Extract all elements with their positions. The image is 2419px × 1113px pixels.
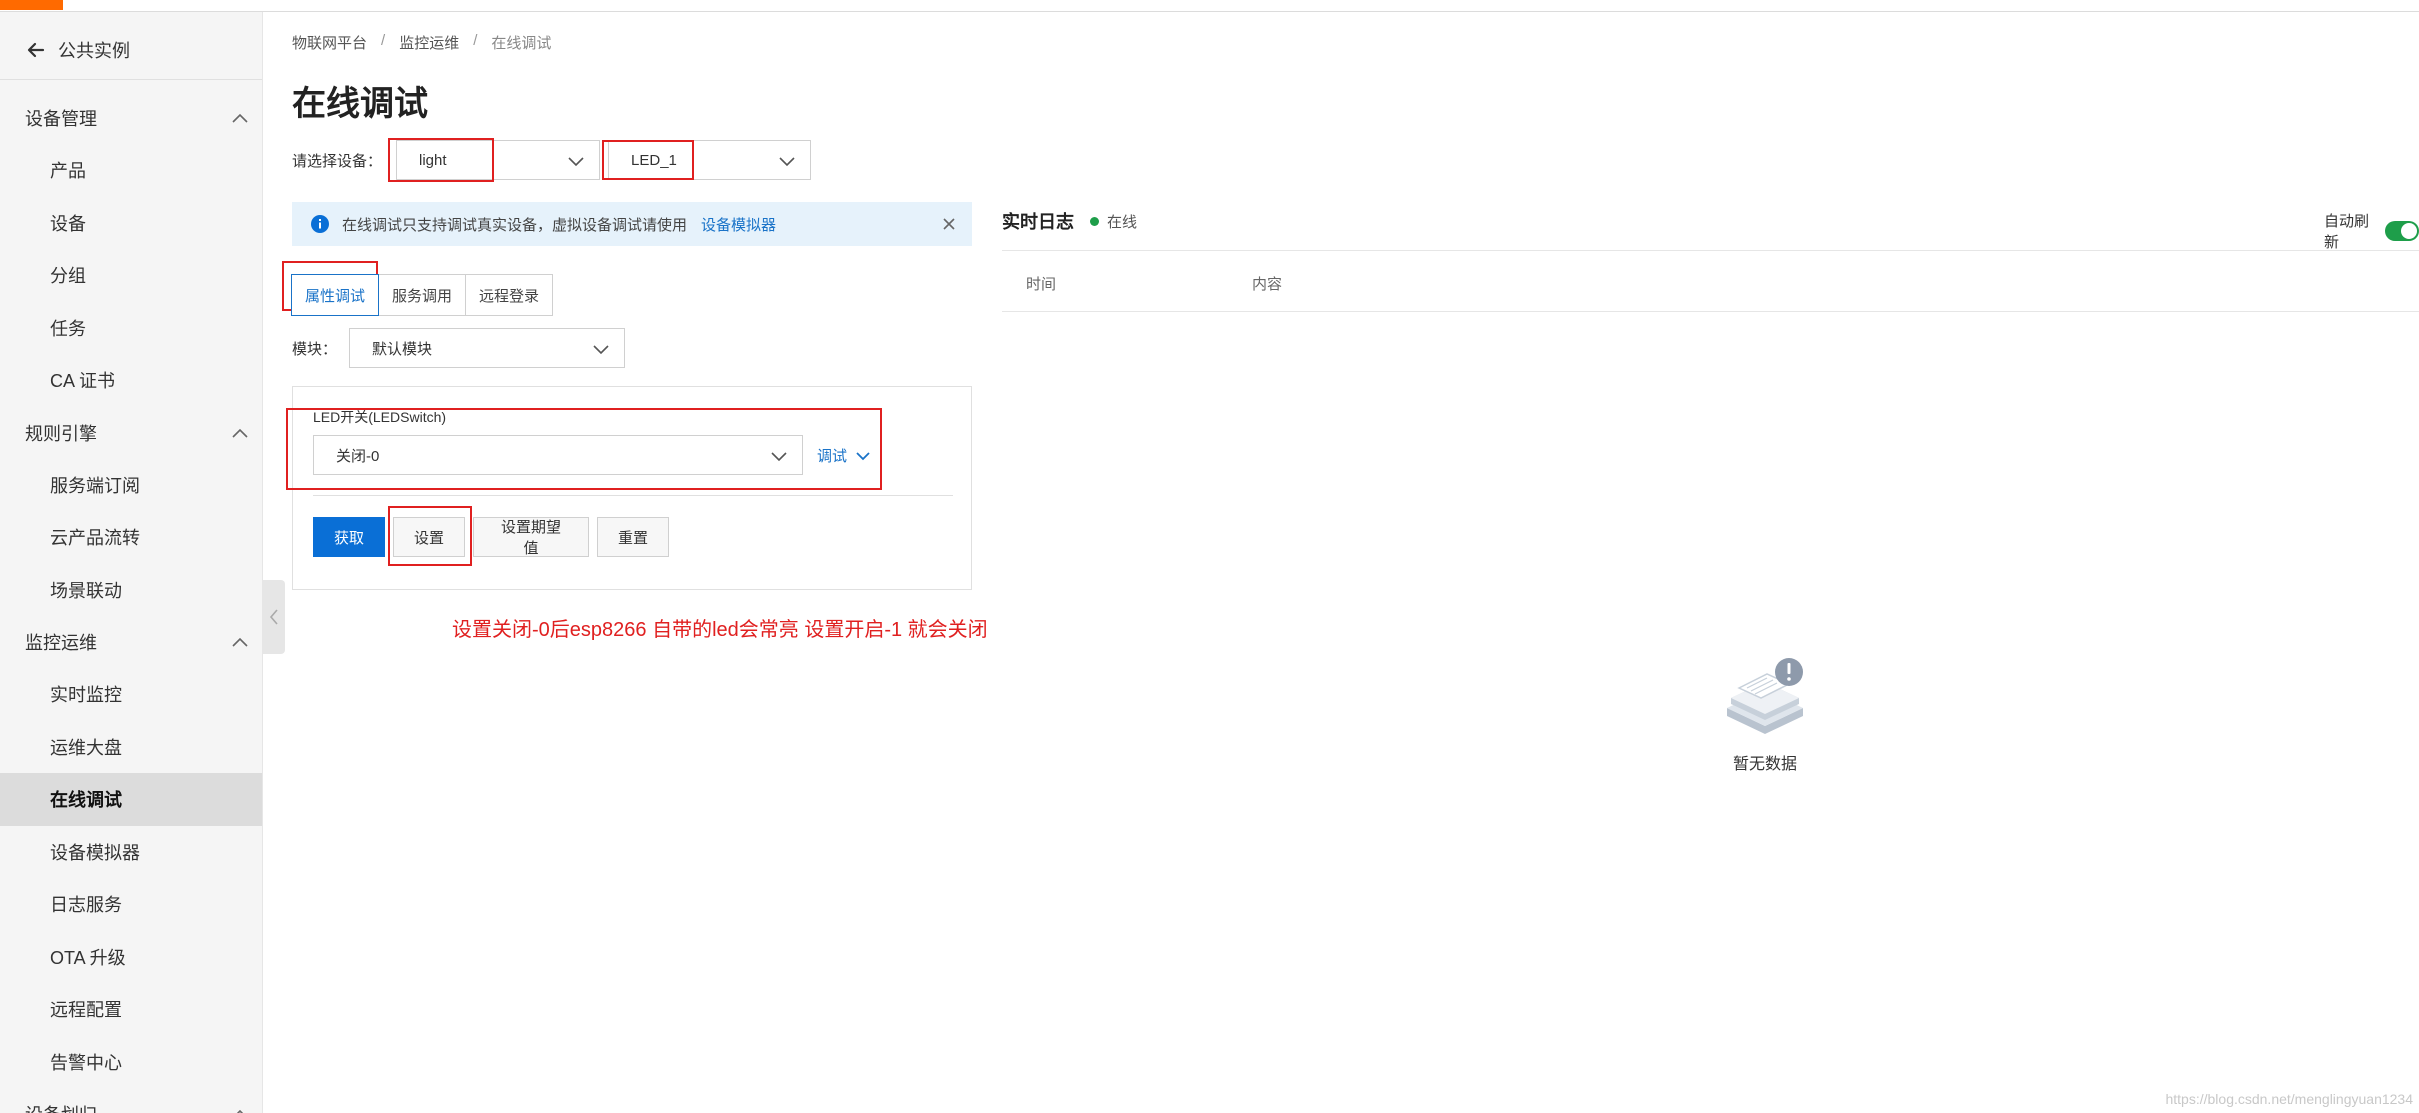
column-header-content: 内容 [1252, 276, 1283, 293]
page-title: 在线调试 [292, 85, 428, 123]
set-expected-button[interactable]: 设置期望值 [473, 517, 589, 557]
product-select-value: light [419, 151, 447, 169]
sidebar-item-products[interactable]: 产品 [0, 144, 262, 197]
divider [313, 495, 953, 496]
log-header: 实时日志 在线 [1002, 208, 1137, 234]
breadcrumb: 物联网平台 / 监控运维 / 在线调试 [292, 32, 551, 53]
sidebar-item-server-subscription[interactable]: 服务端订阅 [0, 459, 262, 512]
module-label: 模块： [292, 340, 338, 358]
breadcrumb-item-current: 在线调试 [491, 35, 552, 52]
tab-property-debug[interactable]: 属性调试 [291, 274, 380, 316]
chevron-down-icon [779, 157, 795, 167]
breadcrumb-item-iot-platform[interactable]: 物联网平台 [292, 32, 367, 53]
toggle-knob [2401, 223, 2417, 239]
chevron-up-icon [232, 637, 248, 647]
nav-group-title: 设备管理 [25, 109, 97, 129]
watermark: https://blog.csdn.net/menglingyuan1234 [2165, 1091, 2413, 1107]
sidebar-item-device-simulator[interactable]: 设备模拟器 [0, 826, 262, 879]
empty-data-icon [1727, 658, 1803, 734]
sidebar-item-remote-config[interactable]: 远程配置 [0, 983, 262, 1036]
nav-group-monitoring[interactable]: 监控运维 [0, 616, 262, 668]
nav-group-device-management[interactable]: 设备管理 [0, 92, 262, 144]
auto-refresh-toggle[interactable] [2385, 221, 2419, 241]
log-table-header: 时间 内容 [1002, 250, 2419, 312]
product-select[interactable]: light [396, 140, 601, 180]
sidebar: 公共实例 设备管理 产品 设备 分组 任务 CA 证书 规则引擎 服务端订阅 云… [0, 12, 263, 1113]
property-value-select[interactable]: 关闭-0 [313, 435, 803, 475]
nav-group-device-assignment[interactable]: 设备划归 [0, 1088, 262, 1113]
set-button[interactable]: 设置 [393, 517, 465, 557]
log-title: 实时日志 [1002, 212, 1074, 232]
reset-button[interactable]: 重置 [597, 517, 669, 557]
debug-tabs: 属性调试 服务调用 远程登录 [291, 274, 554, 316]
empty-state: 暂无数据 [1710, 654, 1820, 774]
device-select[interactable]: LED_1 [608, 140, 812, 180]
top-bar [0, 0, 2419, 12]
tab-service-call[interactable]: 服务调用 [378, 274, 467, 316]
debug-dropdown-link[interactable]: 调试 [817, 445, 871, 466]
sidebar-item-alert-center[interactable]: 告警中心 [0, 1036, 262, 1089]
chevron-up-icon [236, 1109, 244, 1113]
breadcrumb-item-monitoring[interactable]: 监控运维 [399, 32, 459, 53]
chevron-down-icon [771, 452, 787, 462]
sidebar-item-ca-cert[interactable]: CA 证书 [0, 354, 262, 407]
property-label: LED开关(LEDSwitch) [313, 409, 447, 425]
get-button[interactable]: 获取 [313, 517, 385, 557]
property-panel: LED开关(LEDSwitch) 关闭-0 调试 获取 设置 设置期望值 重置 [292, 386, 972, 590]
breadcrumb-separator: / [381, 32, 386, 49]
property-action-buttons: 获取 设置 设置期望值 重置 [313, 517, 669, 557]
column-header-time: 时间 [1026, 276, 1057, 293]
sidebar-nav: 设备管理 产品 设备 分组 任务 CA 证书 规则引擎 服务端订阅 云产品流转 … [0, 92, 262, 1113]
sidebar-item-realtime-monitor[interactable]: 实时监控 [0, 668, 262, 721]
breadcrumb-separator: / [473, 32, 478, 49]
chevron-down-icon [593, 345, 609, 355]
nav-group-title: 监控运维 [25, 633, 97, 653]
sidebar-item-groups[interactable]: 分组 [0, 249, 262, 302]
module-select[interactable]: 默认模块 [349, 328, 626, 368]
sidebar-item-scene-linkage[interactable]: 场景联动 [0, 564, 262, 617]
tab-remote-login[interactable]: 远程登录 [465, 274, 554, 316]
info-notice: 在线调试只支持调试真实设备，虚拟设备调试请使用 设备模拟器 [292, 202, 972, 246]
module-row: 模块： 默认模块 [292, 328, 626, 368]
close-icon[interactable] [940, 215, 958, 233]
device-select-label: 请选择设备： [292, 152, 383, 170]
auto-refresh-control: 自动刷新 [2324, 210, 2419, 252]
brand-accent [0, 0, 63, 10]
device-selector-row: 请选择设备： light LED_1 [292, 140, 812, 180]
main-content: 物联网平台 / 监控运维 / 在线调试 在线调试 请选择设备： light LE… [264, 12, 2419, 1113]
debug-link-label: 调试 [817, 448, 848, 465]
annotation-text: 设置关闭-0后esp8266 自带的led会常亮 设置开启-1 就会关闭 [452, 619, 988, 641]
sidebar-item-ota-upgrade[interactable]: OTA 升级 [0, 931, 262, 984]
sidebar-item-data-forwarding[interactable]: 云产品流转 [0, 511, 262, 564]
nav-group-title: 规则引擎 [25, 423, 97, 444]
notice-text: 在线调试只支持调试真实设备，虚拟设备调试请使用 [342, 216, 688, 234]
device-simulator-link[interactable]: 设备模拟器 [701, 214, 776, 235]
nav-group-rule-engine[interactable]: 规则引擎 [0, 407, 262, 459]
sidebar-item-ops-dashboard[interactable]: 运维大盘 [0, 721, 262, 774]
online-status-dot [1090, 216, 1099, 226]
chevron-down-icon [856, 451, 870, 460]
sidebar-item-log-service[interactable]: 日志服务 [0, 878, 262, 931]
device-select-value: LED_1 [631, 151, 677, 169]
property-select-value: 关闭-0 [336, 447, 380, 465]
info-icon [311, 215, 329, 233]
nav-group-title: 设备划归 [25, 1101, 97, 1113]
sidebar-item-devices[interactable]: 设备 [0, 197, 262, 250]
online-status-text: 在线 [1107, 213, 1138, 231]
chevron-up-icon [232, 428, 248, 438]
empty-state-text: 暂无数据 [1732, 756, 1797, 773]
chevron-down-icon [568, 157, 584, 167]
chevron-up-icon [232, 113, 248, 123]
back-label: 公共实例 [58, 40, 130, 61]
back-to-instances-button[interactable]: 公共实例 [0, 20, 262, 80]
sidebar-item-tasks[interactable]: 任务 [0, 302, 262, 355]
arrow-left-icon [27, 42, 45, 57]
sidebar-item-online-debug[interactable]: 在线调试 [0, 773, 262, 826]
auto-refresh-label: 自动刷新 [2324, 213, 2370, 251]
module-select-value: 默认模块 [372, 340, 433, 358]
